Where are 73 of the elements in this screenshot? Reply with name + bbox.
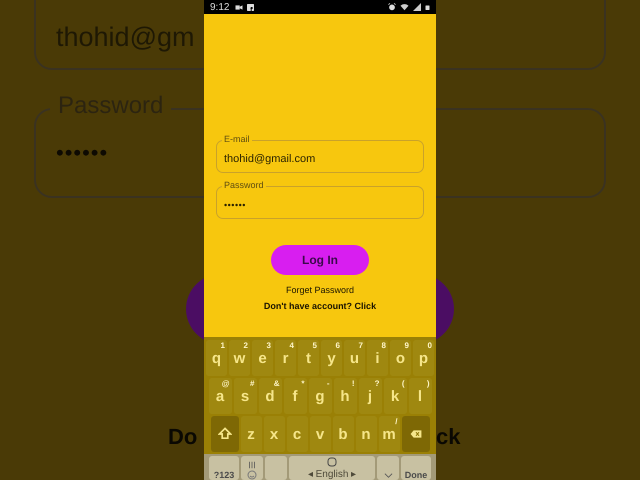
keyboard-key[interactable]: f * [284, 378, 306, 414]
keyboard-key[interactable]: c [286, 416, 308, 452]
shift-key[interactable] [210, 416, 238, 452]
key-hint: / [395, 417, 398, 426]
key-hint: 6 [336, 341, 340, 350]
keyboard-key[interactable]: k ( [384, 378, 406, 414]
key-hint: 3 [266, 341, 271, 350]
battery-icon [425, 2, 430, 12]
prompt-text: Do [168, 424, 198, 450]
keyboard-key[interactable]: q 1 [206, 340, 227, 376]
period-key[interactable] [377, 456, 399, 480]
key-hint: # [250, 379, 254, 388]
keyboard-key[interactable]: i 8 [367, 340, 388, 376]
backspace-key[interactable] [402, 416, 430, 452]
keyboard-key[interactable]: n [356, 416, 376, 452]
back-icon [384, 471, 392, 480]
key-hint: & [274, 379, 280, 388]
keyboard-key[interactable]: t 5 [298, 340, 319, 376]
emoji-key[interactable] [241, 456, 263, 480]
signup-link[interactable]: Don't have account? Click [264, 301, 376, 311]
status-time: 9:12 [210, 2, 230, 12]
wifi-icon [400, 3, 409, 11]
signal-icon [413, 3, 421, 11]
key-hint: * [301, 379, 304, 388]
prompt-text: ck [436, 424, 460, 450]
key-hint: - [326, 379, 330, 388]
keyboard-key[interactable]: j ? [358, 378, 382, 414]
home-icon [327, 457, 337, 467]
keyboard-key[interactable]: o 9 [390, 340, 411, 376]
keyboard-key[interactable]: a @ [208, 378, 232, 414]
keyboard-key[interactable]: r 4 [275, 340, 296, 376]
login-button[interactable]: Log In [271, 245, 369, 275]
done-key[interactable]: Done [401, 456, 431, 480]
key-hint: @ [222, 379, 230, 388]
alarm-icon [388, 3, 396, 11]
recents-icon [248, 461, 256, 469]
keyboard-key[interactable]: p 0 [413, 340, 434, 376]
keyboard-key[interactable]: l ) [408, 378, 432, 414]
key-hint: 2 [244, 341, 248, 350]
key-hint: ) [426, 379, 430, 388]
keyboard-key[interactable]: g - [308, 378, 332, 414]
space-key[interactable]: ◂ English ▸ [289, 456, 375, 480]
field-label: E-mail [222, 134, 252, 144]
keyboard-key[interactable]: y 6 [321, 340, 342, 376]
key-hint: 9 [404, 341, 409, 350]
keyboard-key[interactable]: s # [234, 378, 256, 414]
keyboard-key[interactable]: e 3 [252, 340, 273, 376]
keyboard-key[interactable]: h ! [334, 378, 356, 414]
key-hint: 5 [312, 341, 317, 350]
keyboard-key[interactable]: d & [258, 378, 282, 414]
shift-icon [218, 427, 232, 441]
keyboard-key[interactable]: x [264, 416, 284, 452]
smiley-icon [247, 470, 257, 480]
key-hint: 4 [290, 341, 294, 350]
video-icon [235, 4, 244, 10]
keyboard-key[interactable]: z [240, 416, 262, 452]
key-hint: 7 [358, 341, 363, 350]
key-hint: 0 [428, 341, 432, 350]
forget-password-link[interactable]: Forget Password [286, 285, 354, 295]
key-hint: ( [402, 379, 404, 388]
keyboard-key[interactable]: u 7 [344, 340, 365, 376]
key-hint: 8 [382, 341, 386, 350]
keyboard-key[interactable]: m / [378, 416, 400, 452]
keyboard-key[interactable]: b [332, 416, 354, 452]
field-label: Password [222, 180, 266, 190]
password-value: •••••• [56, 140, 108, 166]
keyboard-key[interactable]: w 2 [229, 340, 250, 376]
keyboard-key[interactable]: v [310, 416, 330, 452]
symbols-key[interactable]: ?123 [209, 456, 239, 480]
app-icon [247, 4, 254, 10]
key-hint: 1 [220, 341, 225, 350]
key-hint: ? [374, 379, 380, 388]
key-hint: ! [352, 379, 354, 388]
